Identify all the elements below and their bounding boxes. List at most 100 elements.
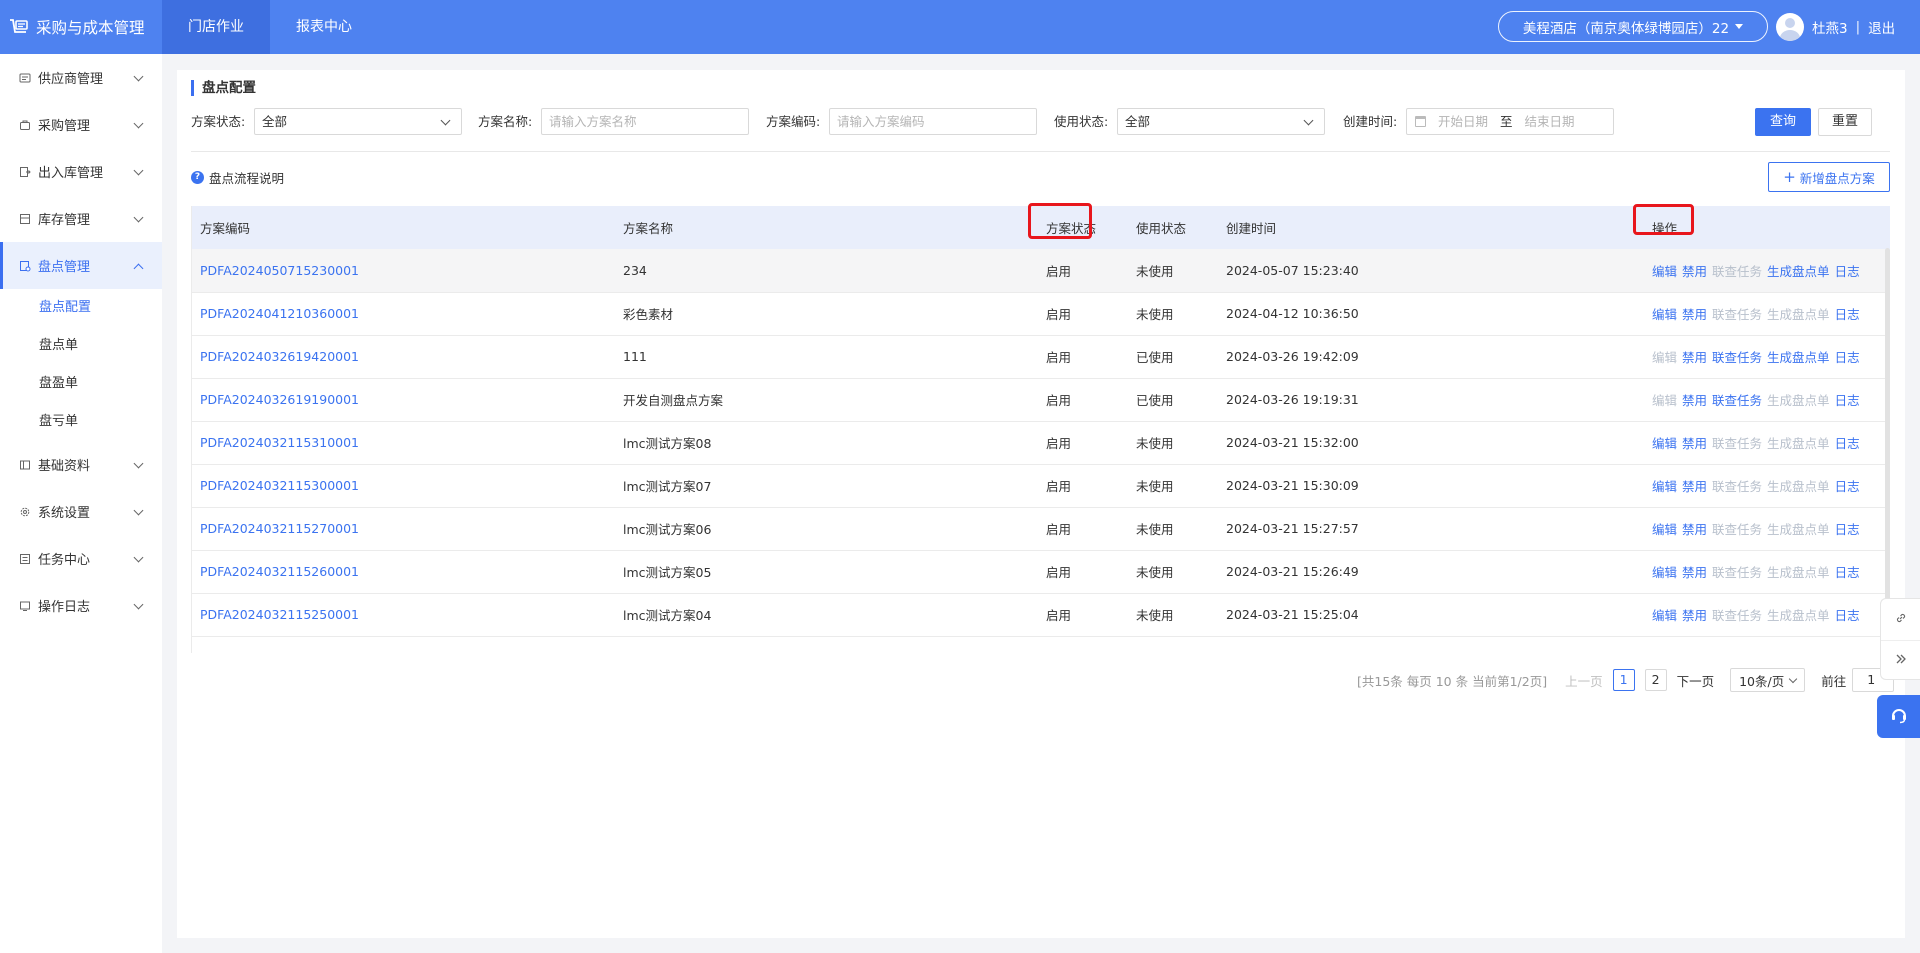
generate-stocktake-link[interactable]: 生成盘点单 bbox=[1767, 390, 1830, 409]
log-link[interactable]: 日志 bbox=[1835, 261, 1860, 280]
edit-link[interactable]: 编辑 bbox=[1652, 605, 1677, 624]
start-date-placeholder[interactable]: 开始日期 bbox=[1438, 109, 1488, 134]
cell-plan-code[interactable]: PDFA2024032115310001 bbox=[192, 421, 615, 464]
sidebar-subitem-stocktake-config[interactable]: 盘点配置 bbox=[0, 289, 162, 327]
disable-link[interactable]: 禁用 bbox=[1682, 562, 1707, 581]
sidebar-item-purchase[interactable]: 采购管理 bbox=[0, 101, 162, 148]
edit-link[interactable]: 编辑 bbox=[1652, 562, 1677, 581]
edit-link[interactable]: 编辑 bbox=[1652, 390, 1677, 409]
disable-link[interactable]: 禁用 bbox=[1682, 476, 1707, 495]
edit-link[interactable]: 编辑 bbox=[1652, 304, 1677, 323]
table-row[interactable]: PDFA2024032115260001 lmc测试方案05 启用 未使用 2024-0… bbox=[192, 550, 1890, 593]
generate-stocktake-link[interactable]: 生成盘点单 bbox=[1767, 261, 1830, 280]
edit-link[interactable]: 编辑 bbox=[1652, 519, 1677, 538]
logout-link[interactable]: 退出 bbox=[1868, 17, 1895, 37]
table-row[interactable]: PDFA2024050715230001 234 启用 未使用 2024-05-07 1… bbox=[192, 249, 1890, 292]
linked-tasks-link[interactable]: 联查任务 bbox=[1712, 562, 1762, 581]
log-link[interactable]: 日志 bbox=[1835, 562, 1860, 581]
log-link[interactable]: 日志 bbox=[1835, 476, 1860, 495]
sidebar-item-task-center[interactable]: 任务中心 bbox=[0, 535, 162, 582]
prev-page-button[interactable]: 上一页 bbox=[1565, 671, 1603, 690]
cell-plan-code[interactable]: PDFA2024041210360001 bbox=[192, 292, 615, 335]
log-link[interactable]: 日志 bbox=[1835, 433, 1860, 452]
sidebar-item-operation-log[interactable]: 操作日志 bbox=[0, 582, 162, 629]
linked-tasks-link[interactable]: 联查任务 bbox=[1712, 347, 1762, 366]
generate-stocktake-link[interactable]: 生成盘点单 bbox=[1767, 605, 1830, 624]
log-link[interactable]: 日志 bbox=[1835, 304, 1860, 323]
generate-stocktake-link[interactable]: 生成盘点单 bbox=[1767, 347, 1830, 366]
collapse-tool-button[interactable] bbox=[1881, 640, 1920, 681]
linked-tasks-link[interactable]: 联查任务 bbox=[1712, 261, 1762, 280]
plan-name-input[interactable]: 请输入方案名称 bbox=[541, 108, 749, 135]
cell-plan-code[interactable]: PDFA2024032115270001 bbox=[192, 507, 615, 550]
linked-tasks-link[interactable]: 联查任务 bbox=[1712, 390, 1762, 409]
user-name[interactable]: 杜燕3 bbox=[1812, 17, 1848, 37]
table-row[interactable]: PDFA2024041210360001 彩色素材 启用 未使用 2024-04-12 … bbox=[192, 292, 1890, 335]
avatar[interactable] bbox=[1776, 13, 1804, 41]
log-link[interactable]: 日志 bbox=[1835, 519, 1860, 538]
disable-link[interactable]: 禁用 bbox=[1682, 261, 1707, 280]
next-page-button[interactable]: 下一页 bbox=[1677, 671, 1715, 690]
use-status-select[interactable]: 全部 bbox=[1117, 108, 1325, 135]
edit-link[interactable]: 编辑 bbox=[1652, 261, 1677, 280]
disable-link[interactable]: 禁用 bbox=[1682, 347, 1707, 366]
sidebar-subitem-loss-order[interactable]: 盘亏单 bbox=[0, 403, 162, 441]
disable-link[interactable]: 禁用 bbox=[1682, 304, 1707, 323]
generate-stocktake-link[interactable]: 生成盘点单 bbox=[1767, 433, 1830, 452]
link-tool-button[interactable] bbox=[1881, 599, 1920, 640]
sidebar-item-inventory[interactable]: 库存管理 bbox=[0, 195, 162, 242]
sidebar-item-settings[interactable]: 系统设置 bbox=[0, 488, 162, 535]
page-button-2[interactable]: 2 bbox=[1644, 669, 1667, 691]
generate-stocktake-link[interactable]: 生成盘点单 bbox=[1767, 304, 1830, 323]
cell-plan-code[interactable]: PDFA2024032115260001 bbox=[192, 550, 615, 593]
sidebar-item-supplier[interactable]: 供应商管理 bbox=[0, 54, 162, 101]
sidebar-subitem-surplus-order[interactable]: 盘盈单 bbox=[0, 365, 162, 403]
edit-link[interactable]: 编辑 bbox=[1652, 433, 1677, 452]
disable-link[interactable]: 禁用 bbox=[1682, 605, 1707, 624]
table-row[interactable]: PDFA2024032115270001 lmc测试方案06 启用 未使用 2024-0… bbox=[192, 507, 1890, 550]
store-selector[interactable]: 美程酒店（南京奥体绿博园店）22 bbox=[1498, 11, 1768, 42]
linked-tasks-link[interactable]: 联查任务 bbox=[1712, 304, 1762, 323]
linked-tasks-link[interactable]: 联查任务 bbox=[1712, 519, 1762, 538]
log-link[interactable]: 日志 bbox=[1835, 390, 1860, 409]
table-row[interactable]: PDFA2024032115300001 lmc测试方案07 启用 未使用 2024-0… bbox=[192, 464, 1890, 507]
add-plan-button[interactable]: + 新增盘点方案 bbox=[1768, 162, 1890, 192]
sidebar-item-stocktake[interactable]: 盘点管理 bbox=[0, 242, 162, 289]
cell-plan-code[interactable]: PDFA2024032115250001 bbox=[192, 593, 615, 636]
page-size-select[interactable]: 10条/页 bbox=[1730, 668, 1806, 692]
disable-link[interactable]: 禁用 bbox=[1682, 519, 1707, 538]
cell-plan-code[interactable]: PDFA2024032115300001 bbox=[192, 464, 615, 507]
tab-report-center[interactable]: 报表中心 bbox=[270, 0, 378, 54]
created-time-range[interactable]: 开始日期 至 结束日期 bbox=[1406, 108, 1614, 135]
log-link[interactable]: 日志 bbox=[1835, 605, 1860, 624]
cell-plan-code[interactable]: PDFA2024050715230001 bbox=[192, 249, 615, 292]
plan-code-input[interactable]: 请输入方案编码 bbox=[829, 108, 1037, 135]
process-help-link[interactable]: ? 盘点流程说明 bbox=[191, 168, 284, 187]
tab-store-operations[interactable]: 门店作业 bbox=[162, 0, 270, 54]
sidebar-subitem-stocktake-order[interactable]: 盘点单 bbox=[0, 327, 162, 365]
edit-link[interactable]: 编辑 bbox=[1652, 347, 1677, 366]
linked-tasks-link[interactable]: 联查任务 bbox=[1712, 605, 1762, 624]
table-row[interactable]: PDFA2024032619190001 开发自测盘点方案 启用 已使用 2024-03… bbox=[192, 378, 1890, 421]
plan-status-select[interactable]: 全部 bbox=[254, 108, 462, 135]
table-row[interactable]: PDFA2024032115310001 lmc测试方案08 启用 未使用 2024-0… bbox=[192, 421, 1890, 464]
query-button[interactable]: 查询 bbox=[1755, 108, 1812, 136]
cell-plan-code[interactable]: PDFA2024032619190001 bbox=[192, 378, 615, 421]
disable-link[interactable]: 禁用 bbox=[1682, 390, 1707, 409]
reset-button[interactable]: 重置 bbox=[1818, 108, 1873, 136]
sidebar-item-inout[interactable]: 出入库管理 bbox=[0, 148, 162, 195]
disable-link[interactable]: 禁用 bbox=[1682, 433, 1707, 452]
generate-stocktake-link[interactable]: 生成盘点单 bbox=[1767, 562, 1830, 581]
sidebar-item-basic-data[interactable]: 基础资料 bbox=[0, 441, 162, 488]
page-button-1[interactable]: 1 bbox=[1612, 669, 1635, 691]
table-scrollbar[interactable] bbox=[1885, 248, 1890, 618]
edit-link[interactable]: 编辑 bbox=[1652, 476, 1677, 495]
table-row[interactable]: PDFA2024032115250001 lmc测试方案04 启用 未使用 2024-0… bbox=[192, 593, 1890, 636]
log-link[interactable]: 日志 bbox=[1835, 347, 1860, 366]
generate-stocktake-link[interactable]: 生成盘点单 bbox=[1767, 476, 1830, 495]
app-logo[interactable]: 采购与成本管理 bbox=[0, 0, 162, 54]
end-date-placeholder[interactable]: 结束日期 bbox=[1525, 109, 1575, 134]
table-row[interactable]: PDFA2024032619420001 111 启用 已使用 2024-03-26 1… bbox=[192, 335, 1890, 378]
linked-tasks-link[interactable]: 联查任务 bbox=[1712, 476, 1762, 495]
customer-service-button[interactable] bbox=[1877, 695, 1920, 738]
